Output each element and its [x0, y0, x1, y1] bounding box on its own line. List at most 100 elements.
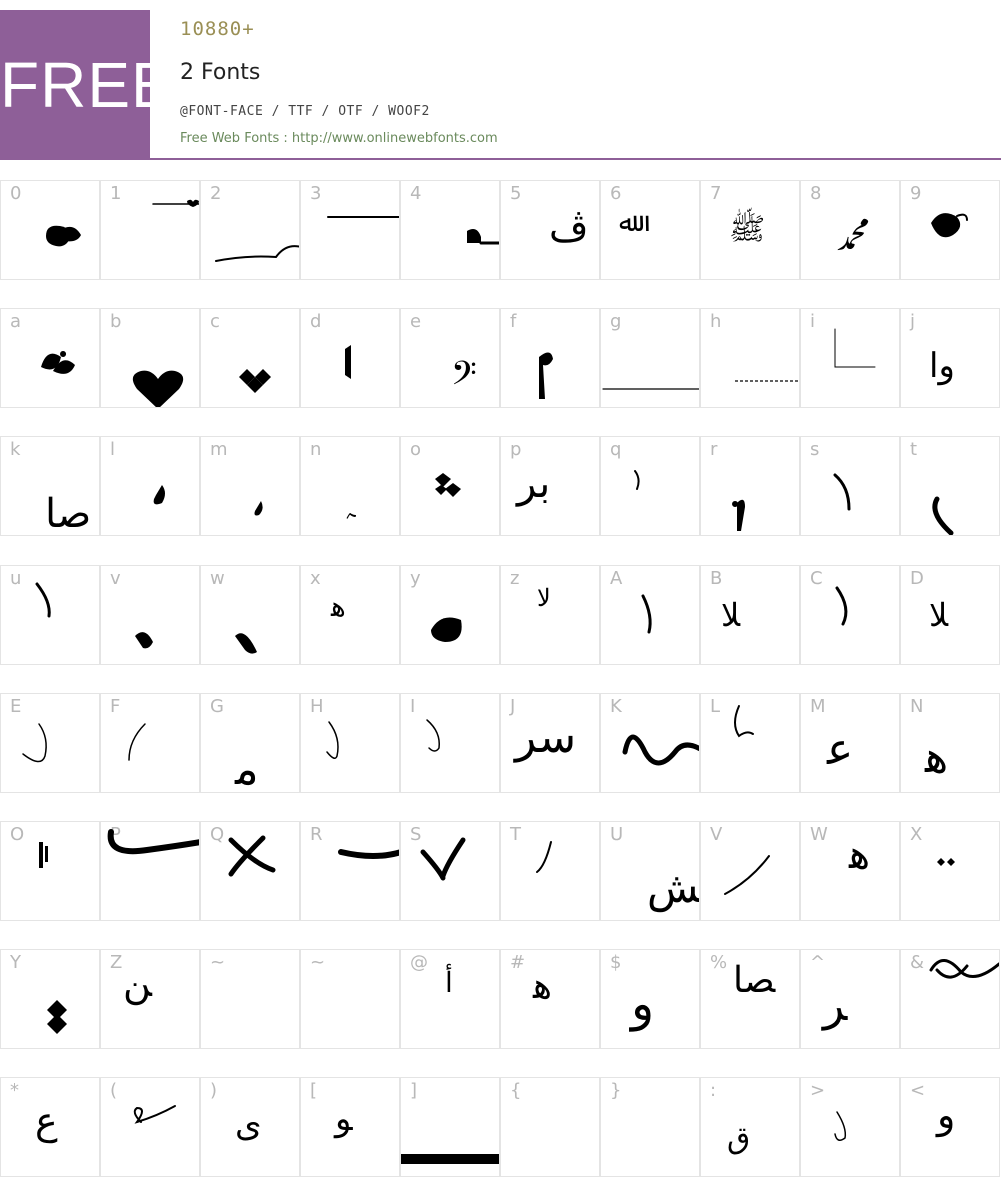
glyph-cell[interactable]: 1 — [100, 180, 200, 280]
glyph-cell[interactable]: Mﻋ — [800, 693, 900, 793]
glyph-cell[interactable]: ( — [100, 1077, 200, 1177]
glyph-cell[interactable]: :ﻕ — [700, 1077, 800, 1177]
glyph-cell[interactable]: b — [100, 308, 200, 408]
glyph-cell[interactable]: Uﺶ — [600, 821, 700, 921]
glyph-cell[interactable]: Dﻼ — [900, 565, 1000, 665]
glyph-cell[interactable]: zﻻ — [500, 565, 600, 665]
glyph-cell[interactable]: P — [100, 821, 200, 921]
glyph-cell[interactable]: & — [900, 949, 1000, 1049]
glyph-cell[interactable]: V — [700, 821, 800, 921]
glyph-cell[interactable]: Bﻼ — [700, 565, 800, 665]
glyph-cell[interactable]: Nﻫ — [900, 693, 1000, 793]
glyph-preview — [326, 721, 339, 759]
glyph-cell[interactable]: s — [800, 436, 900, 536]
glyph-cell[interactable]: L — [700, 693, 800, 793]
glyph-cell[interactable]: p ﺑﺮ — [500, 436, 600, 536]
glyph-cell[interactable]: nﮧ — [300, 436, 400, 536]
glyph-cell[interactable]: Q — [200, 821, 300, 921]
glyph-cell[interactable]: 7ﷺ — [700, 180, 800, 280]
glyph-cell[interactable]: F — [100, 693, 200, 793]
glyph-cell[interactable]: > — [800, 1077, 900, 1177]
glyph-cell[interactable]: O — [0, 821, 100, 921]
glyph-cell[interactable]: Zﻦ — [100, 949, 200, 1049]
glyph-preview — [426, 719, 440, 752]
glyph-cell[interactable]: S — [400, 821, 500, 921]
glyph-cell[interactable]: # ﻫ — [500, 949, 600, 1049]
svg-text:ﻋ: ﻋ — [826, 724, 853, 775]
glyph-cell[interactable]: < و — [900, 1077, 1000, 1177]
glyph-cell[interactable]: ) ﯼ — [200, 1077, 300, 1177]
glyph-cell[interactable]: T — [500, 821, 600, 921]
glyph-cell[interactable]: v — [100, 565, 200, 665]
glyph-cell[interactable]: 3 — [300, 180, 400, 280]
glyph-cell[interactable]: j وا — [900, 308, 1000, 408]
glyph-cell[interactable]: k ﺻﺎ — [0, 436, 100, 536]
glyph-cell[interactable]: 0 — [0, 180, 100, 280]
glyph-cell[interactable]: Gﻣ — [200, 693, 300, 793]
glyph-cell[interactable]: ~ — [300, 949, 400, 1049]
glyph-preview — [735, 380, 799, 382]
glyph-cell[interactable]: A — [600, 565, 700, 665]
glyph-cell[interactable]: X — [900, 821, 1000, 921]
glyph-cell[interactable]: @ أ — [400, 949, 500, 1049]
glyph-cell[interactable]: y — [400, 565, 500, 665]
glyph-preview — [41, 351, 75, 374]
glyph-cell[interactable]: q — [600, 436, 700, 536]
glyph-cell[interactable]: H — [300, 693, 400, 793]
svg-text:𝄢: 𝄢 — [451, 355, 477, 401]
glyph-cell[interactable]: w — [200, 565, 300, 665]
glyph-preview — [834, 328, 876, 368]
glyph-cell[interactable]: h — [700, 308, 800, 408]
glyph-cell[interactable]: i — [800, 308, 900, 408]
glyph-cell[interactable]: ~ — [200, 949, 300, 1049]
glyph-cell[interactable]: t — [900, 436, 1000, 536]
glyph-cell[interactable]: 9 — [900, 180, 1000, 280]
glyph-cell[interactable]: $ و — [600, 949, 700, 1049]
glyph-cell[interactable]: } — [600, 1077, 700, 1177]
glyph-cell[interactable]: { — [500, 1077, 600, 1177]
glyph-cell[interactable]: r — [700, 436, 800, 536]
glyph-preview — [601, 1078, 700, 1177]
svg-text:ﻣ: ﻣ — [234, 744, 259, 793]
glyph-cell[interactable]: l — [100, 436, 200, 536]
glyph-cell[interactable]: 2 — [200, 180, 300, 280]
glyph-cell[interactable]: C — [800, 565, 900, 665]
glyph-cell[interactable]: c — [200, 308, 300, 408]
glyph-preview — [622, 734, 699, 766]
glyph-cell[interactable]: g — [600, 308, 700, 408]
glyph-cell[interactable]: % ﺼﺎ — [700, 949, 800, 1049]
glyph-preview — [201, 950, 300, 1049]
glyph-cell[interactable]: m — [200, 436, 300, 536]
glyph-cell[interactable]: R — [300, 821, 400, 921]
svg-text:و: و — [629, 976, 654, 1032]
glyph-preview — [435, 473, 461, 497]
glyph-cell[interactable]: a — [0, 308, 100, 408]
glyph-cell[interactable]: * ﻉ — [0, 1077, 100, 1177]
glyph-cell[interactable]: f — [500, 308, 600, 408]
glyph-preview: ﻣ — [234, 744, 259, 793]
glyph-preview — [932, 496, 954, 535]
glyph-cell[interactable]: o — [400, 436, 500, 536]
glyph-cell[interactable]: E — [0, 693, 100, 793]
glyph-cell[interactable]: xﮬ — [300, 565, 400, 665]
glyph-preview — [135, 632, 153, 649]
glyph-cell[interactable]: Y — [0, 949, 100, 1049]
glyph-cell[interactable]: I — [400, 693, 500, 793]
glyph-cell[interactable]: [ﻮ — [300, 1077, 400, 1177]
glyph-cell[interactable]: J ﺳﺮ — [500, 693, 600, 793]
glyph-cell[interactable]: 6ﷲ — [600, 180, 700, 280]
glyph-cell[interactable]: 8ﷴ — [800, 180, 900, 280]
glyph-cell[interactable]: ] — [400, 1077, 500, 1177]
glyph-cell[interactable]: Wﻫ — [800, 821, 900, 921]
glyph-preview: ﺶ — [647, 863, 699, 913]
glyph-cell[interactable]: K — [600, 693, 700, 793]
glyph-cell[interactable]: e 𝄢 — [400, 308, 500, 408]
glyph-cell[interactable]: u — [0, 565, 100, 665]
glyph-preview: ﻼ — [721, 596, 741, 634]
glyph-preview — [401, 1154, 499, 1164]
glyph-cell[interactable]: 5ڤ — [500, 180, 600, 280]
glyph-cell[interactable]: 4 — [400, 180, 500, 280]
glyph-cell[interactable]: ^ ﺮ — [800, 949, 900, 1049]
svg-text:ﻉ: ﻉ — [35, 1099, 58, 1144]
glyph-cell[interactable]: d — [300, 308, 400, 408]
